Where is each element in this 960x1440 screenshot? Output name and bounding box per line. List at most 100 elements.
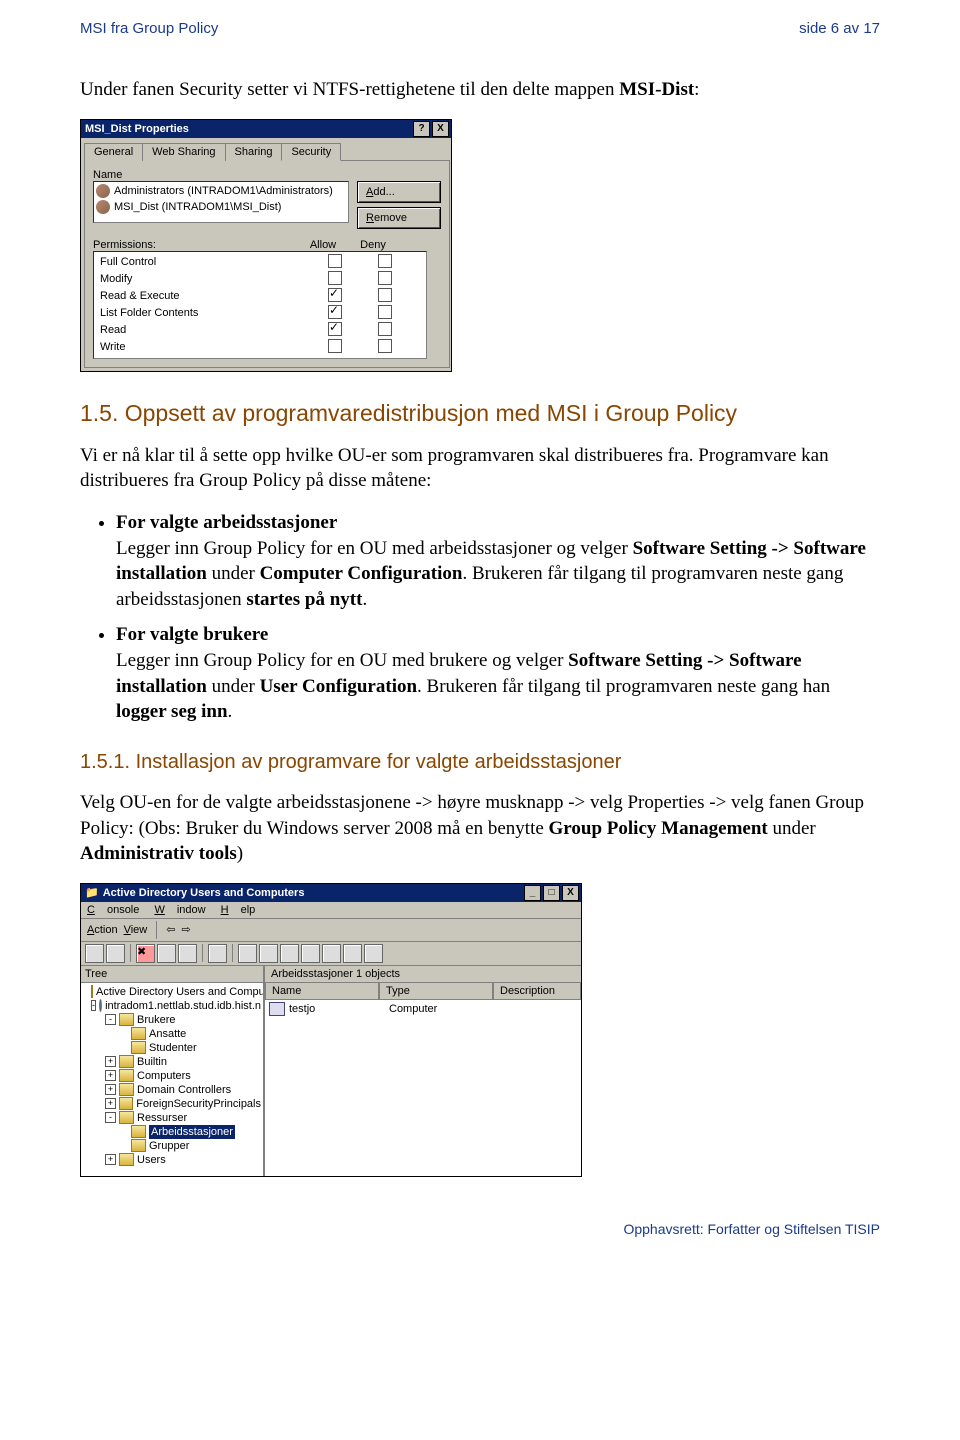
expander-icon[interactable]: + xyxy=(105,1070,116,1081)
tree-node[interactable]: -intradom1.nettlab.stud.idb.hist.n xyxy=(83,999,261,1013)
allow-checkbox[interactable] xyxy=(328,254,342,268)
expander-icon[interactable]: - xyxy=(105,1112,116,1123)
toolbar-icon[interactable]: ✖ xyxy=(136,944,155,963)
toolbar-icon[interactable] xyxy=(301,944,320,963)
intro-paragraph: Under fanen Security setter vi NTFS-rett… xyxy=(80,77,880,103)
allow-checkbox[interactable] xyxy=(328,322,342,336)
tab-general[interactable]: General xyxy=(84,143,143,161)
menu-console[interactable]: Console xyxy=(87,904,139,916)
allow-checkbox[interactable] xyxy=(328,288,342,302)
list-item[interactable]: Administrators (INTRADOM1\Administrators… xyxy=(96,183,346,199)
remove-button[interactable]: Remove xyxy=(357,207,441,229)
aduc-titlebar[interactable]: 📁 Active Directory Users and Computers _… xyxy=(81,884,581,902)
separator xyxy=(156,921,157,939)
list-row[interactable]: testjo Computer xyxy=(265,1000,581,1018)
intro-post: : xyxy=(694,79,699,100)
menu-window[interactable]: Window xyxy=(154,904,205,916)
expander-icon[interactable]: - xyxy=(105,1014,116,1025)
header-left: MSI fra Group Policy xyxy=(80,20,218,37)
expander-icon[interactable]: + xyxy=(105,1084,116,1095)
deny-checkbox[interactable] xyxy=(378,322,392,336)
add-button[interactable]: Add... xyxy=(357,181,441,203)
perm-row: Read & Execute xyxy=(96,288,424,305)
expander-icon[interactable]: + xyxy=(105,1154,116,1165)
tree-node[interactable]: +ForeignSecurityPrincipals xyxy=(83,1097,261,1111)
bullet-workstations: For valgte arbeidsstasjoner Legger inn G… xyxy=(116,510,880,613)
tree-node[interactable]: -Brukere xyxy=(83,1013,261,1027)
tree-node[interactable]: +Domain Controllers xyxy=(83,1083,261,1097)
menu-help[interactable]: Help xyxy=(221,904,256,916)
allow-checkbox[interactable] xyxy=(328,305,342,319)
toolbar-icon[interactable] xyxy=(106,944,125,963)
toolbar-icon[interactable] xyxy=(280,944,299,963)
tree-node[interactable]: Grupper xyxy=(83,1139,261,1153)
folder-icon xyxy=(119,1013,134,1026)
bullet-users: For valgte brukere Legger inn Group Poli… xyxy=(116,622,880,725)
list-item-label: MSI_Dist (INTRADOM1\MSI_Dist) xyxy=(114,201,281,213)
book-icon xyxy=(91,985,93,998)
header-right: side 6 av 17 xyxy=(799,20,880,37)
toolbar-icon[interactable] xyxy=(343,944,362,963)
expander-icon[interactable]: + xyxy=(105,1056,116,1067)
maximize-button[interactable]: □ xyxy=(543,885,560,901)
back-icon[interactable]: ⇦ xyxy=(166,923,175,936)
toolbar-icon[interactable] xyxy=(364,944,383,963)
col-name[interactable]: Name xyxy=(265,983,379,1000)
folder-icon xyxy=(119,1153,134,1166)
perm-row: Modify xyxy=(96,271,424,288)
principals-listbox[interactable]: Administrators (INTRADOM1\Administrators… xyxy=(93,181,349,223)
folder-icon xyxy=(131,1041,146,1054)
deny-checkbox[interactable] xyxy=(378,271,392,285)
allow-checkbox[interactable] xyxy=(328,271,342,285)
toolbar-icon[interactable] xyxy=(85,944,104,963)
expander-icon[interactable]: + xyxy=(105,1098,116,1109)
permissions-list: Full Control Modify Read & Execute xyxy=(93,251,427,359)
help-button[interactable]: ? xyxy=(413,121,430,137)
toolbar-icon[interactable] xyxy=(208,944,227,963)
tree-header: Tree xyxy=(81,966,263,983)
tree-node-selected[interactable]: Arbeidsstasjoner xyxy=(83,1125,261,1139)
close-button[interactable]: X xyxy=(432,121,449,137)
list-item-label: Administrators (INTRADOM1\Administrators… xyxy=(114,185,333,197)
tree-node[interactable]: +Builtin xyxy=(83,1055,261,1069)
deny-checkbox[interactable] xyxy=(378,339,392,353)
tab-sharing[interactable]: Sharing xyxy=(225,143,283,161)
deny-checkbox[interactable] xyxy=(378,288,392,302)
deny-checkbox[interactable] xyxy=(378,254,392,268)
list-item[interactable]: MSI_Dist (INTRADOM1\MSI_Dist) xyxy=(96,199,346,215)
dialog-titlebar[interactable]: MSI_Dist Properties ? X xyxy=(81,120,451,138)
allow-checkbox[interactable] xyxy=(328,339,342,353)
toolbar-icon[interactable] xyxy=(322,944,341,963)
permissions-label: Permissions: xyxy=(93,239,298,251)
deny-checkbox[interactable] xyxy=(378,305,392,319)
col-type[interactable]: Type xyxy=(379,983,493,1000)
tree-node[interactable]: -Ressurser xyxy=(83,1111,261,1125)
minimize-button[interactable]: _ xyxy=(524,885,541,901)
tree-node[interactable]: +Users xyxy=(83,1153,261,1167)
tree-node[interactable]: Ansatte xyxy=(83,1027,261,1041)
toolbar-icon[interactable] xyxy=(157,944,176,963)
tab-security[interactable]: Security xyxy=(281,143,341,161)
tree-node[interactable]: Studenter xyxy=(83,1041,261,1055)
menu-action[interactable]: Action xyxy=(87,924,118,936)
menu-view[interactable]: View xyxy=(124,924,148,936)
tab-web-sharing[interactable]: Web Sharing xyxy=(142,143,225,161)
list-pane: Arbeidsstasjoner 1 objects Name Type Des… xyxy=(265,966,581,1176)
toolbar-icon[interactable] xyxy=(259,944,278,963)
tree-node[interactable]: +Computers xyxy=(83,1069,261,1083)
separator xyxy=(232,944,233,962)
toolbar-icon[interactable] xyxy=(238,944,257,963)
section-1-5-1-title: 1.5.1. Installasjon av programvare for v… xyxy=(80,751,880,774)
folder-icon xyxy=(131,1125,146,1138)
close-button[interactable]: X xyxy=(562,885,579,901)
section-1-5-p1: Vi er nå klar til å sette opp hvilke OU-… xyxy=(80,443,880,494)
forward-icon[interactable]: ⇨ xyxy=(181,923,190,936)
expander-icon[interactable]: - xyxy=(91,1000,96,1011)
toolbar-icon[interactable] xyxy=(178,944,197,963)
name-label: Name xyxy=(93,169,345,181)
perm-name: List Folder Contents xyxy=(96,307,310,319)
tree-node[interactable]: Active Directory Users and Computer xyxy=(83,985,261,999)
toolbar: ✖ xyxy=(81,942,581,966)
section-1-5-1-p: Velg OU-en for de valgte arbeidsstasjone… xyxy=(80,790,880,867)
col-description[interactable]: Description xyxy=(493,983,581,1000)
